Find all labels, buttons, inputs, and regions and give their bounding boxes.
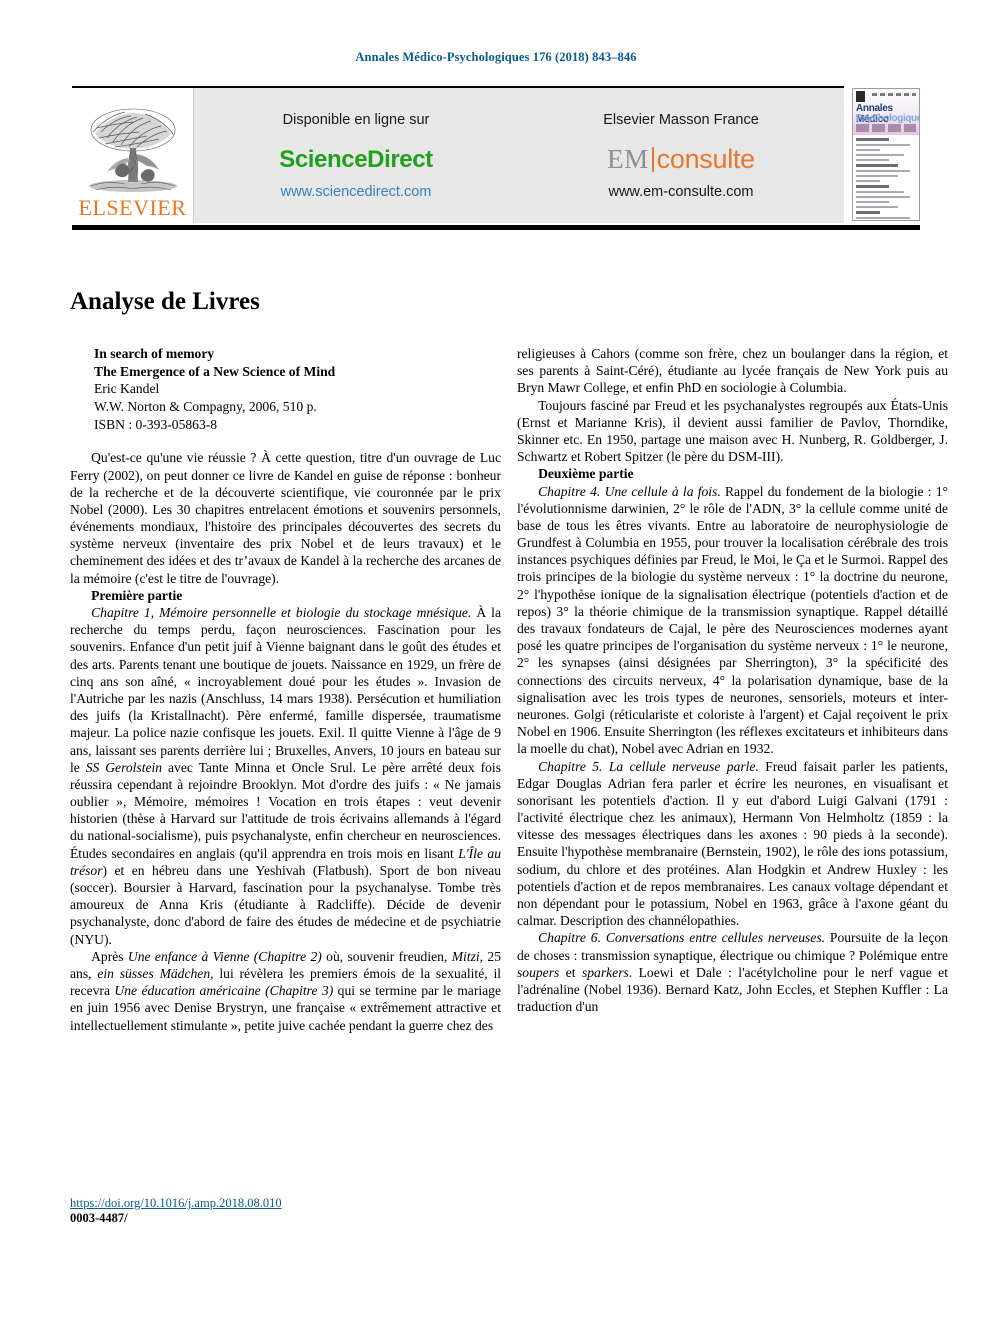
cover-toc-line: [856, 175, 898, 177]
book-isbn: ISBN : 0-393-05863-8: [94, 416, 218, 432]
chapitre-2-italic-title: Une enfance à Vienne (Chapitre 2): [127, 948, 322, 964]
cover-toc-line: [856, 170, 910, 172]
cover-title-line2: Psychologiques: [856, 113, 920, 124]
chapitre-4-italic-title: Une cellule à la fois.: [604, 483, 721, 499]
paragraph-freud: Toujours fasciné par Freud et les psycha…: [517, 397, 948, 465]
sciencedirect-logo: ScienceDirect: [279, 145, 433, 173]
book-title: In search of memory: [94, 346, 215, 361]
book-publisher: W.W. Norton & Compagny, 2006, 510 p.: [94, 399, 317, 415]
chapitre-4-text: Rappel du fondement de la biologie : 1° …: [517, 483, 948, 757]
chapitre-2-italic-german: ein süsses Mädchen: [97, 965, 211, 981]
emconsulte-divider-bar: [651, 146, 654, 172]
cover-toc-line: [856, 154, 904, 156]
cover-publisher-mark-icon: [856, 91, 865, 102]
book-reference: In search of memory The Emergence of a N…: [94, 345, 501, 433]
cover-toc-line: [856, 159, 889, 161]
cover-toc-line: [856, 164, 898, 167]
paragraph-continuation: religieuses à Cahors (comme son frère, c…: [517, 346, 948, 396]
journal-cover-thumbnail[interactable]: Annales Médico Psychologiques: [852, 88, 920, 221]
chapitre-2-lead: Après: [91, 948, 128, 964]
chapitre-6-italic-title: Conversations entre cellules nerveuses.: [605, 930, 826, 946]
cover-subtitle-placeholder: [856, 124, 916, 132]
chapitre-4-lead: Chapitre 4.: [538, 483, 605, 499]
cover-toc-line: [856, 149, 880, 151]
right-column: religieuses à Cahors (comme son frère, c…: [517, 345, 948, 1015]
page-title: Analyse de Livres: [70, 287, 260, 315]
chapitre-6-italic-soupers: soupers: [517, 964, 560, 980]
cover-toc-line: [856, 217, 910, 219]
sciencedirect-block[interactable]: Disponible en ligne sur ScienceDirect ww…: [271, 112, 441, 200]
cover-toc-line: [856, 144, 910, 146]
cover-toc-line: [856, 201, 889, 203]
cover-toc-line: [856, 185, 889, 188]
doi-link[interactable]: https://doi.org/10.1016/j.amp.2018.08.01…: [70, 1196, 282, 1211]
chapitre-5-lead: Chapitre 5.: [538, 758, 609, 774]
banner-grey-area: Disponible en ligne sur ScienceDirect ww…: [194, 88, 844, 223]
cover-toc-line: [856, 138, 889, 141]
chapitre-1-text-a: À la recherche du temps perdu, façon neu…: [70, 605, 501, 775]
paragraph-chapitre-6: Chapitre 6. Conversations entre cellules…: [517, 929, 948, 1015]
cover-toc-line: [856, 191, 904, 193]
cover-toc-line: [856, 196, 910, 198]
paragraph-chapitre-4: Chapitre 4. Une cellule à la fois. Rappe…: [517, 483, 948, 758]
chapitre-6-text-b: et: [559, 964, 582, 980]
issn-text: 0003-4487/: [70, 1211, 128, 1225]
paragraph-intro: Qu'est-ce qu'une vie réussie ? À cette q…: [70, 450, 501, 586]
elsevier-tree-icon: [88, 108, 177, 192]
book-subtitle: The Emergence of a New Science of Mind: [94, 363, 336, 379]
heading-deuxieme-partie: Deuxième partie: [538, 466, 634, 482]
cover-table-of-contents: [853, 135, 919, 220]
cover-toc-line: [856, 180, 880, 182]
book-author: Eric Kandel: [94, 381, 160, 397]
chapitre-2-text-a: où, souvenir freudien,: [321, 948, 452, 964]
elsevier-wordmark: ELSEVIER: [78, 195, 187, 220]
chapitre-6-italic-sparkers: sparkers: [581, 964, 629, 980]
chapitre-2-italic-mitzi: Mitzi: [451, 948, 480, 964]
cover-toc-line: [856, 206, 898, 208]
sciencedirect-caption: Disponible en ligne sur: [282, 111, 430, 128]
running-head: Annales Médico-Psychologiques 176 (2018)…: [355, 50, 637, 64]
chapitre-6-lead: Chapitre 6.: [538, 930, 606, 946]
chapitre-1-text-c: ) et en hébreu dans une Yeshivah (Flatbu…: [70, 862, 501, 947]
emconsulte-logo-consulte: consulte: [656, 143, 755, 174]
emconsulte-block[interactable]: Elsevier Masson France EM consulte www.em…: [595, 112, 767, 200]
heading-premiere-partie: Première partie: [91, 587, 183, 603]
paragraph-chapitre-2-3: Après Une enfance à Vienne (Chapitre 2) …: [70, 948, 501, 1034]
chapitre-5-italic-title: La cellule nerveuse parle.: [608, 758, 759, 774]
cover-masthead: Annales Médico Psychologiques: [853, 89, 919, 135]
chapitre-1-italic-ship: SS Gerolstein: [85, 759, 163, 775]
left-column: In search of memory The Emergence of a N…: [70, 345, 501, 1034]
cover-header-text-placeholder: [872, 93, 916, 96]
header-bottom-rule: [72, 225, 920, 230]
footer: https://doi.org/10.1016/j.amp.2018.08.01…: [70, 1196, 282, 1226]
chapitre-3-italic-title: Une éducation américaine (Chapitre 3): [114, 983, 334, 999]
emconsulte-caption: Elsevier Masson France: [603, 111, 759, 128]
paragraph-chapitre-5: Chapitre 5. La cellule nerveuse parle. F…: [517, 758, 948, 930]
elsevier-logo[interactable]: ELSEVIER: [72, 88, 194, 223]
journal-page: Annales Médico-Psychologiques 176 (2018)…: [0, 0, 992, 1323]
chapitre-5-text: Freud faisait parler les patients, Edgar…: [517, 758, 948, 929]
emconsulte-logo-em: EM: [607, 143, 649, 174]
chapitre-1-italic-lead: Chapitre 1, Mémoire personnelle et biolo…: [91, 605, 472, 621]
paragraph-chapitre-1: Chapitre 1, Mémoire personnelle et biolo…: [70, 604, 501, 948]
sciencedirect-url[interactable]: www.sciencedirect.com: [279, 184, 433, 200]
cover-toc-line: [856, 211, 880, 214]
emconsulte-logo: EM consulte: [603, 143, 759, 174]
journal-header-banner: ELSEVIER Disponible en ligne sur Science…: [72, 88, 844, 223]
emconsulte-url[interactable]: www.em-consulte.com: [603, 184, 759, 200]
